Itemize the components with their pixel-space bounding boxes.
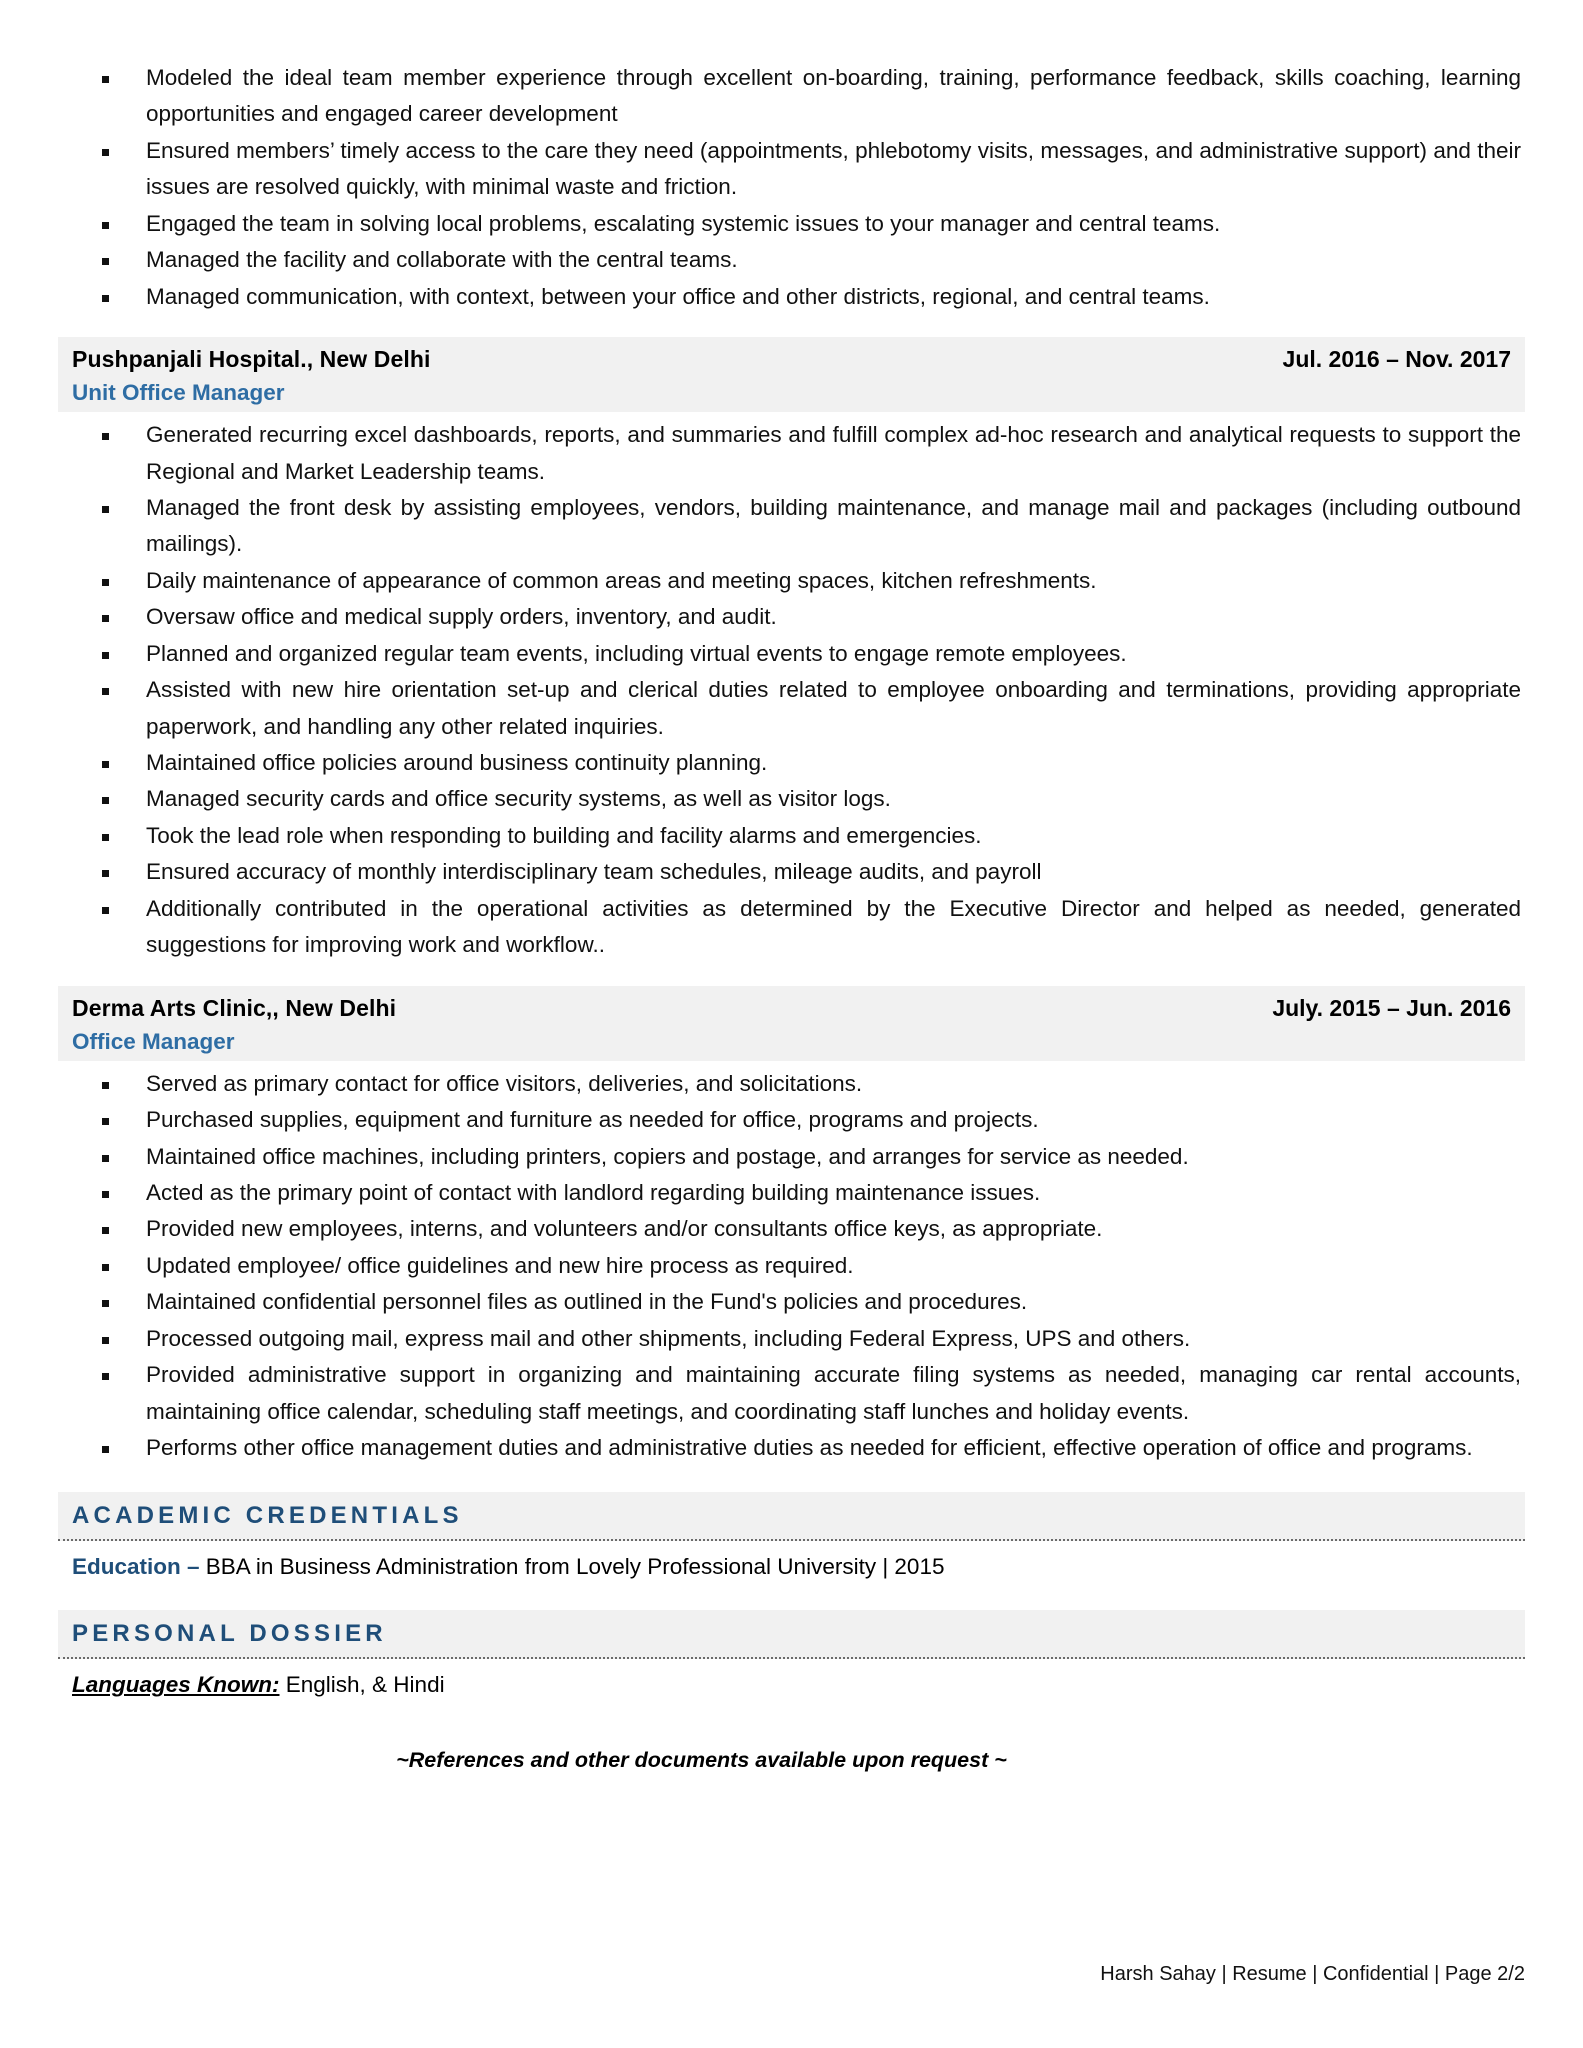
list-item: Managed the front desk by assisting empl… (96, 490, 1525, 563)
list-item: Additionally contributed in the operatio… (96, 891, 1525, 964)
section-field-label: Education – (72, 1554, 200, 1580)
resume-page: Modeled the ideal team member experience… (0, 0, 1583, 2048)
list-item: Provided new employees, interns, and vol… (96, 1211, 1525, 1247)
list-item: Maintained confidential personnel files … (96, 1284, 1525, 1320)
list-item: Provided administrative support in organ… (96, 1357, 1525, 1430)
section-heading: ACADEMIC CREDENTIALS (72, 1502, 463, 1530)
job-entry: Pushpanjali Hospital., New Delhi Jul. 201… (58, 337, 1525, 964)
document-section: PERSONAL DOSSIER Languages Known: English… (58, 1610, 1525, 1702)
section-header-band: PERSONAL DOSSIER (58, 1610, 1525, 1660)
list-item: Maintained office policies around busine… (96, 745, 1525, 781)
job-bullet-list: Served as primary contact for office vis… (58, 1066, 1525, 1467)
list-item: Processed outgoing mail, express mail an… (96, 1321, 1525, 1357)
section-field-label: Languages Known: (72, 1672, 280, 1698)
section-field-value: BBA in Business Administration from Love… (199, 1554, 945, 1580)
section-heading: PERSONAL DOSSIER (72, 1620, 387, 1648)
list-item: Managed security cards and office securi… (96, 781, 1525, 817)
continued-bullet-list: Modeled the ideal team member experience… (58, 60, 1525, 315)
closing-note: ~References and other documents availabl… (396, 1747, 1007, 1772)
list-item: Ensured members’ timely access to the ca… (96, 133, 1525, 206)
job-company: Pushpanjali Hospital., New Delhi (72, 346, 431, 373)
list-item: Oversaw office and medical supply orders… (96, 599, 1525, 635)
job-title: Unit Office Manager (72, 380, 285, 406)
job-company: Derma Arts Clinic,, New Delhi (72, 994, 397, 1021)
list-item: Maintained office machines, including pr… (96, 1139, 1525, 1175)
list-item: Performs other office management duties … (96, 1430, 1525, 1466)
list-item: Managed communication, with context, bet… (96, 279, 1525, 315)
job-dates: July. 2015 – Jun. 2016 (1272, 994, 1511, 1021)
job-bullet-list: Generated recurring excel dashboards, re… (58, 417, 1525, 964)
list-item: Took the lead role when responding to bu… (96, 818, 1525, 854)
section-body: Languages Known: English, & Hindi (58, 1659, 1525, 1702)
list-item: Acted as the primary point of contact wi… (96, 1175, 1525, 1211)
list-item: Updated employee/ office guidelines and … (96, 1248, 1525, 1284)
section-header-band: ACADEMIC CREDENTIALS (58, 1492, 1525, 1542)
list-item: Generated recurring excel dashboards, re… (96, 417, 1525, 490)
list-item: Assisted with new hire orientation set-u… (96, 672, 1525, 745)
job-header-band: Derma Arts Clinic,, New Delhi July. 2015 … (58, 985, 1525, 1061)
job-title: Office Manager (72, 1028, 235, 1054)
list-item: Served as primary contact for office vis… (96, 1066, 1525, 1102)
job-header-row: Derma Arts Clinic,, New Delhi July. 2015 … (72, 995, 1511, 1022)
titled-sections: ACADEMIC CREDENTIALS Education – BBA in B… (58, 1492, 1525, 1702)
list-item: Ensured accuracy of monthly interdiscipl… (96, 854, 1525, 890)
list-item: Purchased supplies, equipment and furnit… (96, 1102, 1525, 1138)
employment-history: Pushpanjali Hospital., New Delhi Jul. 201… (58, 337, 1525, 1466)
list-item: Daily maintenance of appearance of commo… (96, 563, 1525, 599)
list-item: Engaged the team in solving local proble… (96, 206, 1525, 242)
list-item: Modeled the ideal team member experience… (96, 60, 1525, 133)
list-item: Planned and organized regular team event… (96, 636, 1525, 672)
section-body: Education – BBA in Business Administrati… (58, 1541, 1525, 1584)
job-entry: Derma Arts Clinic,, New Delhi July. 2015 … (58, 985, 1525, 1467)
job-header-row: Pushpanjali Hospital., New Delhi Jul. 201… (72, 346, 1511, 373)
list-item: Managed the facility and collaborate wit… (96, 242, 1525, 278)
page-footer: Harsh Sahay | Resume | Confidential | Pa… (1100, 1963, 1525, 1985)
section-field-value: English, & Hindi (279, 1672, 445, 1698)
job-dates: Jul. 2016 – Nov. 2017 (1282, 346, 1511, 373)
document-section: ACADEMIC CREDENTIALS Education – BBA in B… (58, 1492, 1525, 1584)
job-header-band: Pushpanjali Hospital., New Delhi Jul. 201… (58, 337, 1525, 413)
